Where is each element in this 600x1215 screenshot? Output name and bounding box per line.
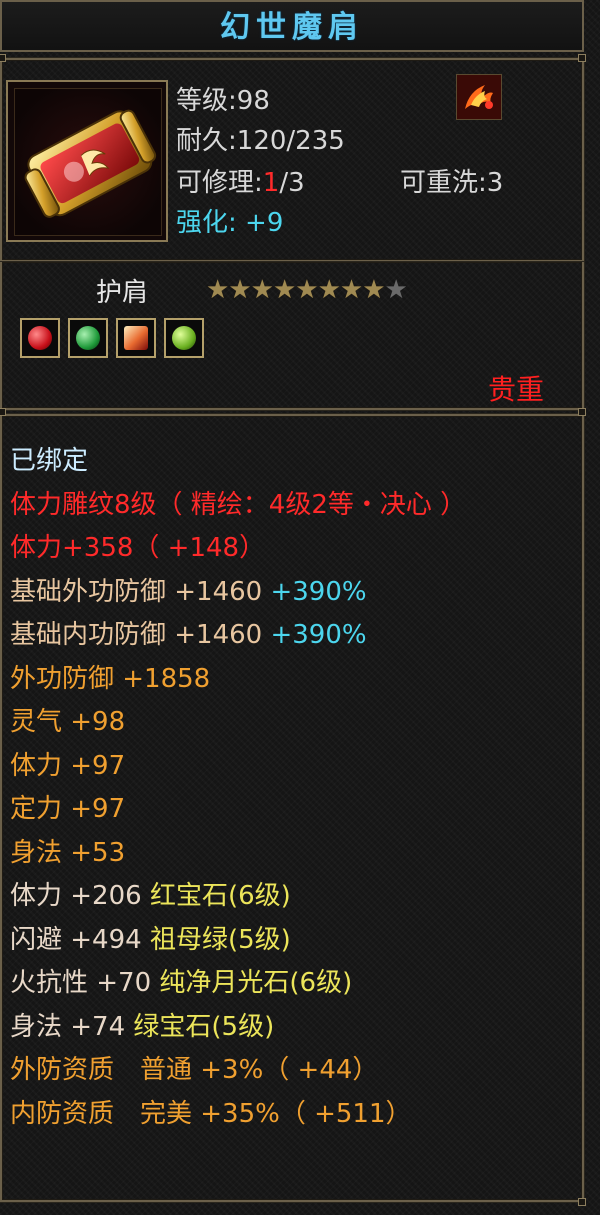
attribute-text: 体力 +97 <box>10 750 126 781</box>
rewash-row: 可重洗:3 <box>400 162 503 199</box>
green-jade-gem-icon[interactable] <box>164 318 204 358</box>
star-rating: ★★★★★★★★★ <box>206 275 408 305</box>
attribute-bonus: 祖母绿(5级) <box>149 924 291 955</box>
attribute-bonus: 绿宝石(5级) <box>133 1011 275 1042</box>
enhance-label: 强化: <box>176 208 237 238</box>
attribute-bonus: +390% <box>270 576 367 607</box>
corner-ornament <box>578 1198 586 1206</box>
attribute-row: 内防资质 完美 +35%（ +511） <box>10 1097 412 1131</box>
durability-row: 耐久:120/235 <box>176 120 345 157</box>
rewash-label: 可重洗 <box>400 168 479 198</box>
attribute-row: 身法 +53 <box>10 836 125 870</box>
attribute-text: 体力 +206 <box>10 881 150 911</box>
attribute-row: 基础内功防御 +1460 +390% <box>10 618 367 652</box>
attribute-row: 体力雕纹8级（ 精绘：4级2等・决心 ） <box>10 488 466 522</box>
attribute-bonus: 红宝石(6级) <box>149 881 291 911</box>
star-filled-icon: ★ <box>339 275 364 305</box>
durability-label: 耐久 <box>176 126 229 156</box>
attribute-text: 闪避 +494 <box>10 924 150 955</box>
item-icon-frame[interactable] <box>6 80 168 242</box>
star-filled-icon: ★ <box>228 275 252 305</box>
star-empty-icon: ★ <box>384 275 408 305</box>
level-label: 等级 <box>176 86 229 116</box>
star-filled-icon: ★ <box>317 275 341 305</box>
star-filled-icon: ★ <box>206 275 230 305</box>
attribute-text: 身法 +53 <box>10 837 126 868</box>
attribute-text: 火抗性 +70 <box>10 968 160 998</box>
rewash-separator: : <box>478 168 487 198</box>
star-filled-icon: ★ <box>295 275 319 305</box>
attribute-text: 内防资质 完美 +35%（ +511） <box>10 1098 412 1129</box>
attribute-bonus: 纯净月光石(6级) <box>159 968 353 998</box>
golden-shoulder-scroll-icon <box>14 88 162 236</box>
attribute-row: 灵气 +98 <box>10 705 125 739</box>
level-value: 98 <box>236 86 270 116</box>
durability-value: 120/235 <box>236 126 345 156</box>
ruby-gem-icon[interactable] <box>20 318 60 358</box>
attribute-row: 基础外功防御 +1460 +390% <box>10 575 367 609</box>
attribute-text: 灵气 +98 <box>10 707 126 737</box>
fire-swirl-icon[interactable] <box>456 74 502 120</box>
corner-ornament <box>0 408 6 416</box>
attribute-text: 外功防御 +1858 <box>10 663 211 694</box>
attribute-text: 体力+358（ +148） <box>10 533 266 563</box>
repair-separator: : <box>254 168 263 198</box>
star-filled-icon: ★ <box>250 275 274 305</box>
attribute-text: 基础内功防御 +1460 <box>10 620 271 650</box>
attribute-row: 闪避 +494 祖母绿(5级) <box>10 923 291 957</box>
attribute-row: 火抗性 +70 纯净月光石(6级) <box>10 966 352 1000</box>
corner-ornament <box>578 408 586 416</box>
attribute-row: 身法 +74 绿宝石(5级) <box>10 1010 274 1044</box>
rarity-label: 贵重 <box>488 373 545 406</box>
repair-label: 可修理 <box>176 168 255 198</box>
item-name: 幻世魔肩 <box>220 10 364 45</box>
attribute-row: 外防资质 普通 +3%（ +44） <box>10 1053 378 1087</box>
repair-row: 可修理:1/3 <box>176 162 305 199</box>
attribute-row: 定力 +97 <box>10 792 125 826</box>
enhance-value: +9 <box>245 208 284 238</box>
level-row: 等级:98 <box>176 80 270 117</box>
repair-current: 1 <box>262 168 280 198</box>
attribute-text: 身法 +74 <box>10 1011 134 1042</box>
attribute-text: 基础外功防御 +1460 <box>10 576 271 607</box>
item-tooltip-panel: 幻世魔肩 等级:98 耐久:120/235 可修理:1/3 可重洗:3 强化: … <box>0 0 600 1215</box>
attribute-row: 外功防御 +1858 <box>10 662 210 696</box>
level-separator: : <box>228 86 237 116</box>
attribute-row: 体力 +97 <box>10 749 125 783</box>
attribute-bonus: +390% <box>270 620 367 650</box>
attribute-text: 外防资质 普通 +3%（ +44） <box>10 1055 379 1085</box>
attribute-row: 体力 +206 红宝石(6级) <box>10 879 291 913</box>
star-filled-icon: ★ <box>272 275 297 305</box>
repair-max: /3 <box>279 168 305 198</box>
attribute-text: 定力 +97 <box>10 794 126 824</box>
corner-ornament <box>0 54 6 62</box>
attribute-text: 体力雕纹8级（ 精绘：4级2等・决心 ） <box>10 489 467 520</box>
rewash-value: 3 <box>486 168 504 198</box>
durability-separator: : <box>228 126 237 156</box>
fire-crystal-gem-icon[interactable] <box>116 318 156 358</box>
slot-label: 护肩 <box>96 278 149 308</box>
emerald-gem-icon[interactable] <box>68 318 108 358</box>
attribute-row: 已绑定 <box>10 444 88 478</box>
enhance-row: 强化: +9 <box>176 202 283 239</box>
attribute-text: 已绑定 <box>10 446 89 476</box>
attribute-row: 体力+358（ +148） <box>10 531 265 565</box>
star-filled-icon: ★ <box>362 275 386 305</box>
corner-ornament <box>578 54 586 62</box>
title-bar: 幻世魔肩 <box>0 0 584 52</box>
